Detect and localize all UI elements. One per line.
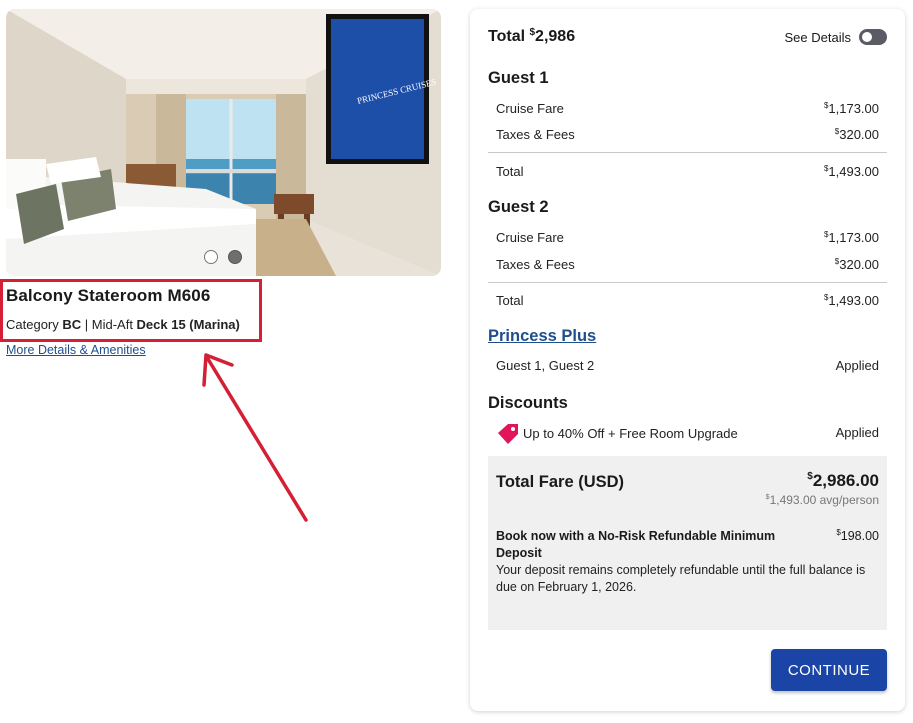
total-fare-title: Total Fare (USD) (496, 473, 625, 491)
price-summary-card: Total $2,986 See Details Guest 1 Cruise … (470, 9, 905, 711)
see-details-toggle[interactable] (859, 29, 887, 45)
see-details-label: See Details (784, 29, 851, 45)
amount: 1,173.00 (828, 101, 879, 116)
amount: 1,493.00 avg/person (769, 493, 879, 507)
guest-2-total-label: Total (496, 293, 524, 308)
divider (488, 282, 887, 283)
discounts-title: Discounts (488, 394, 568, 412)
guest-2-taxes-value: $320.00 (835, 257, 879, 272)
amount: 1,173.00 (828, 230, 879, 245)
amount: 198.00 (840, 529, 879, 543)
amount: 320.00 (839, 257, 879, 272)
total-fare-amount: $2,986.00 (807, 471, 879, 491)
summary-total: Total $2,986 (488, 27, 575, 46)
guest-2-title: Guest 2 (488, 198, 549, 216)
guest-2-total-value: $1,493.00 (824, 293, 879, 308)
guest-2-cruise-fare-label: Cruise Fare (496, 230, 564, 245)
summary-total-label: Total (488, 28, 530, 45)
guest-1-taxes-label: Taxes & Fees (496, 127, 575, 142)
deposit-note: Your deposit remains completely refundab… (496, 563, 866, 594)
discount-status: Applied (835, 425, 879, 440)
amount: 2,986.00 (812, 471, 879, 490)
amount: 1,493.00 (828, 293, 879, 308)
princess-plus-status: Applied (835, 358, 879, 373)
guest-1-title: Guest 1 (488, 69, 549, 87)
annotation-arrow-icon (202, 353, 308, 522)
guest-2-taxes-label: Taxes & Fees (496, 257, 575, 272)
summary-total-amount: 2,986 (535, 28, 576, 45)
annotation-highlight-box (0, 279, 262, 342)
total-fare-panel: Total Fare (USD) $2,986.00 $1,493.00 avg… (488, 456, 887, 630)
amount: 1,493.00 (828, 164, 879, 179)
continue-button[interactable]: CONTINUE (771, 649, 887, 691)
amount: 320.00 (839, 127, 879, 142)
carousel-indicators (204, 250, 242, 264)
princess-plus-link[interactable]: Princess Plus (488, 327, 596, 346)
deposit-title: Book now with a No-Risk Refundable Minim… (496, 529, 776, 560)
deposit-amount: $198.00 (836, 528, 879, 543)
discount-label: Up to 40% Off + Free Room Upgrade (523, 426, 738, 441)
guest-1-total-label: Total (496, 164, 524, 179)
stateroom-photo: PRINCESS CRUISES (6, 9, 441, 276)
guest-2-cruise-fare-value: $1,173.00 (824, 230, 879, 245)
carousel-dot-2[interactable] (228, 250, 242, 264)
carousel-dot-1[interactable] (204, 250, 218, 264)
guest-1-cruise-fare-value: $1,173.00 (824, 101, 879, 116)
guest-1-cruise-fare-label: Cruise Fare (496, 101, 564, 116)
princess-plus-guests: Guest 1, Guest 2 (496, 358, 595, 373)
price-tag-icon (498, 424, 518, 444)
divider (488, 152, 887, 153)
guest-1-taxes-value: $320.00 (835, 127, 879, 142)
guest-1-total-value: $1,493.00 (824, 164, 879, 179)
avg-per-person: $1,493.00 avg/person (766, 493, 879, 507)
more-details-link[interactable]: More Details & Amenities (6, 343, 146, 357)
see-details-control[interactable]: See Details (785, 29, 887, 45)
